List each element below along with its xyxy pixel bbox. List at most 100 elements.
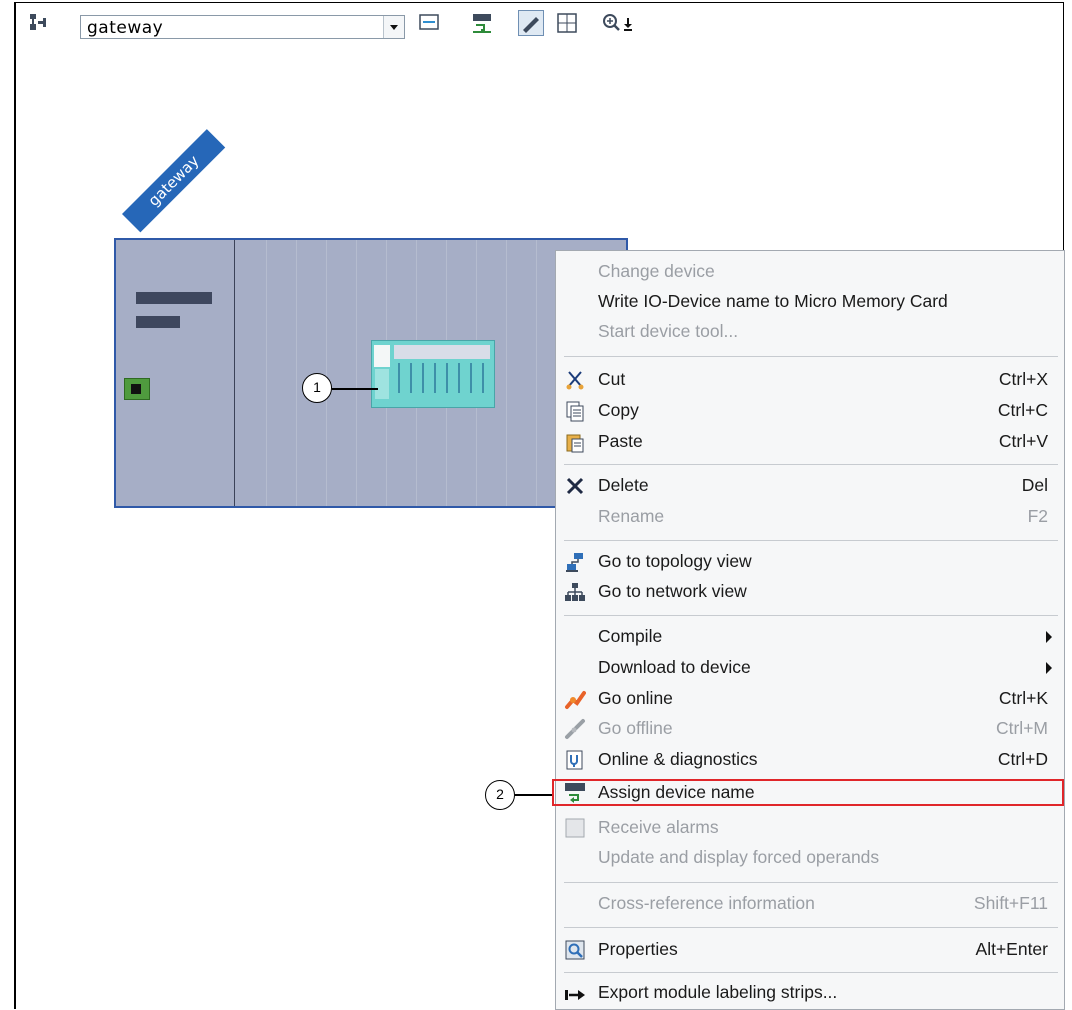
io-module-graphic bbox=[374, 345, 490, 399]
menu-cross-reference[interactable]: Cross-reference information Shift+F11 bbox=[556, 889, 1064, 920]
menu-label: Go to topology view bbox=[598, 551, 752, 571]
menu-change-device[interactable]: Change device bbox=[556, 257, 1064, 288]
grid-icon[interactable] bbox=[556, 12, 578, 34]
menu-label: Paste bbox=[598, 431, 643, 451]
device-select-value: gateway bbox=[87, 18, 164, 38]
alarms-icon bbox=[565, 818, 585, 838]
callout-1-leader bbox=[332, 388, 378, 390]
menu-label: Change device bbox=[598, 261, 715, 281]
callout-1: 1 bbox=[302, 373, 332, 403]
menu-shortcut: Ctrl+M bbox=[995, 718, 1048, 738]
assign-name-icon[interactable] bbox=[471, 12, 493, 34]
menu-compile[interactable]: Compile bbox=[556, 622, 1064, 653]
copy-icon bbox=[566, 401, 584, 422]
callout-2: 2 bbox=[485, 780, 515, 810]
menu-shortcut: Alt+Enter bbox=[975, 939, 1048, 959]
menu-download-to-device[interactable]: Download to device bbox=[556, 653, 1064, 684]
menu-separator bbox=[564, 927, 1058, 928]
menu-paste[interactable]: Paste Ctrl+V bbox=[556, 427, 1064, 458]
ethernet-port-icon[interactable] bbox=[124, 378, 150, 400]
menu-separator bbox=[564, 882, 1058, 883]
slot-line bbox=[296, 240, 297, 506]
paste-icon bbox=[566, 434, 584, 453]
menu-label: Receive alarms bbox=[598, 817, 719, 837]
go-online-icon bbox=[565, 691, 586, 709]
menu-label: Go to network view bbox=[598, 581, 747, 601]
network-view-icon[interactable] bbox=[28, 12, 50, 34]
assign-device-name-highlight bbox=[552, 779, 1064, 806]
menu-shortcut: F2 bbox=[1027, 506, 1048, 526]
menu-separator bbox=[564, 540, 1058, 541]
menu-label: Export module labeling strips... bbox=[598, 982, 838, 1002]
slot-line bbox=[356, 240, 357, 506]
menu-label: Go offline bbox=[598, 718, 673, 738]
menu-update-forced-operands[interactable]: Update and display forced operands bbox=[556, 843, 1064, 874]
pen-tool-icon[interactable] bbox=[518, 10, 544, 36]
topology-view-icon bbox=[566, 553, 583, 572]
delete-x-icon bbox=[566, 477, 584, 495]
menu-shortcut: Ctrl+X bbox=[998, 369, 1048, 389]
diagnostics-icon bbox=[566, 750, 583, 770]
menu-go-topology[interactable]: Go to topology view bbox=[556, 547, 1064, 578]
dropdown-arrow-icon bbox=[390, 25, 398, 30]
fit-view-icon[interactable] bbox=[418, 12, 440, 34]
menu-start-device-tool[interactable]: Start device tool... bbox=[556, 317, 1064, 348]
menu-delete[interactable]: Delete Del bbox=[556, 471, 1064, 502]
menu-label: Write IO-Device name to Micro Memory Car… bbox=[598, 291, 948, 311]
submenu-arrow-icon bbox=[1046, 662, 1052, 674]
menu-properties[interactable]: Properties Alt+Enter bbox=[556, 935, 1064, 966]
menu-separator bbox=[564, 615, 1058, 616]
toolbar: gateway bbox=[16, 6, 1056, 46]
slot-line bbox=[536, 240, 537, 506]
menu-rename[interactable]: Rename F2 bbox=[556, 502, 1064, 533]
menu-go-network[interactable]: Go to network view bbox=[556, 577, 1064, 608]
menu-shortcut: Ctrl+V bbox=[998, 431, 1048, 451]
menu-cut[interactable]: Cut Ctrl+X bbox=[556, 365, 1064, 396]
rack-divider bbox=[234, 240, 235, 506]
menu-label: Download to device bbox=[598, 657, 751, 677]
menu-separator bbox=[564, 356, 1058, 357]
menu-go-offline[interactable]: Go offline Ctrl+M bbox=[556, 714, 1064, 745]
menu-shortcut: Ctrl+D bbox=[997, 749, 1048, 769]
device-select[interactable]: gateway bbox=[80, 15, 405, 39]
submenu-arrow-icon bbox=[1046, 631, 1052, 643]
dropdown-button[interactable] bbox=[383, 16, 404, 38]
menu-go-online[interactable]: Go online Ctrl+K bbox=[556, 684, 1064, 715]
menu-label: Delete bbox=[598, 475, 649, 495]
menu-label: Compile bbox=[598, 626, 663, 646]
menu-receive-alarms[interactable]: Receive alarms bbox=[556, 813, 1064, 844]
properties-icon bbox=[565, 940, 585, 960]
menu-shortcut: Ctrl+C bbox=[997, 400, 1048, 420]
menu-export-labeling-strips[interactable]: Export module labeling strips... bbox=[556, 978, 1064, 1009]
menu-label: Cut bbox=[598, 369, 626, 389]
scissors-icon bbox=[566, 371, 584, 390]
menu-label: Copy bbox=[598, 400, 639, 420]
slot-line bbox=[506, 240, 507, 506]
menu-label: Go online bbox=[598, 688, 673, 708]
menu-label: Start device tool... bbox=[598, 321, 739, 341]
menu-shortcut: Shift+F11 bbox=[973, 893, 1048, 913]
menu-separator bbox=[564, 972, 1058, 973]
device-rack[interactable] bbox=[114, 238, 628, 508]
io-module[interactable] bbox=[371, 340, 495, 408]
menu-shortcut: Ctrl+K bbox=[998, 688, 1048, 708]
export-arrow-icon bbox=[565, 990, 585, 1000]
menu-write-io-device-name[interactable]: Write IO-Device name to Micro Memory Car… bbox=[556, 287, 1064, 318]
menu-copy[interactable]: Copy Ctrl+C bbox=[556, 396, 1064, 427]
rack-label-bar bbox=[136, 292, 212, 304]
context-menu: Change device Write IO-Device name to Mi… bbox=[555, 250, 1065, 1010]
menu-online-diagnostics[interactable]: Online & diagnostics Ctrl+D bbox=[556, 745, 1064, 776]
menu-label: Cross-reference information bbox=[598, 893, 815, 913]
go-offline-icon bbox=[565, 719, 585, 739]
menu-shortcut: Del bbox=[1021, 475, 1048, 495]
menu-label: Properties bbox=[598, 939, 678, 959]
slot-line bbox=[266, 240, 267, 506]
menu-separator bbox=[564, 464, 1058, 465]
menu-label: Online & diagnostics bbox=[598, 749, 758, 769]
callout-2-leader bbox=[515, 794, 553, 796]
rack-label-bar bbox=[136, 316, 180, 328]
menu-label: Update and display forced operands bbox=[598, 847, 880, 867]
zoom-icon[interactable] bbox=[601, 12, 637, 34]
menu-label: Rename bbox=[598, 506, 665, 526]
network-view-icon bbox=[565, 583, 585, 601]
